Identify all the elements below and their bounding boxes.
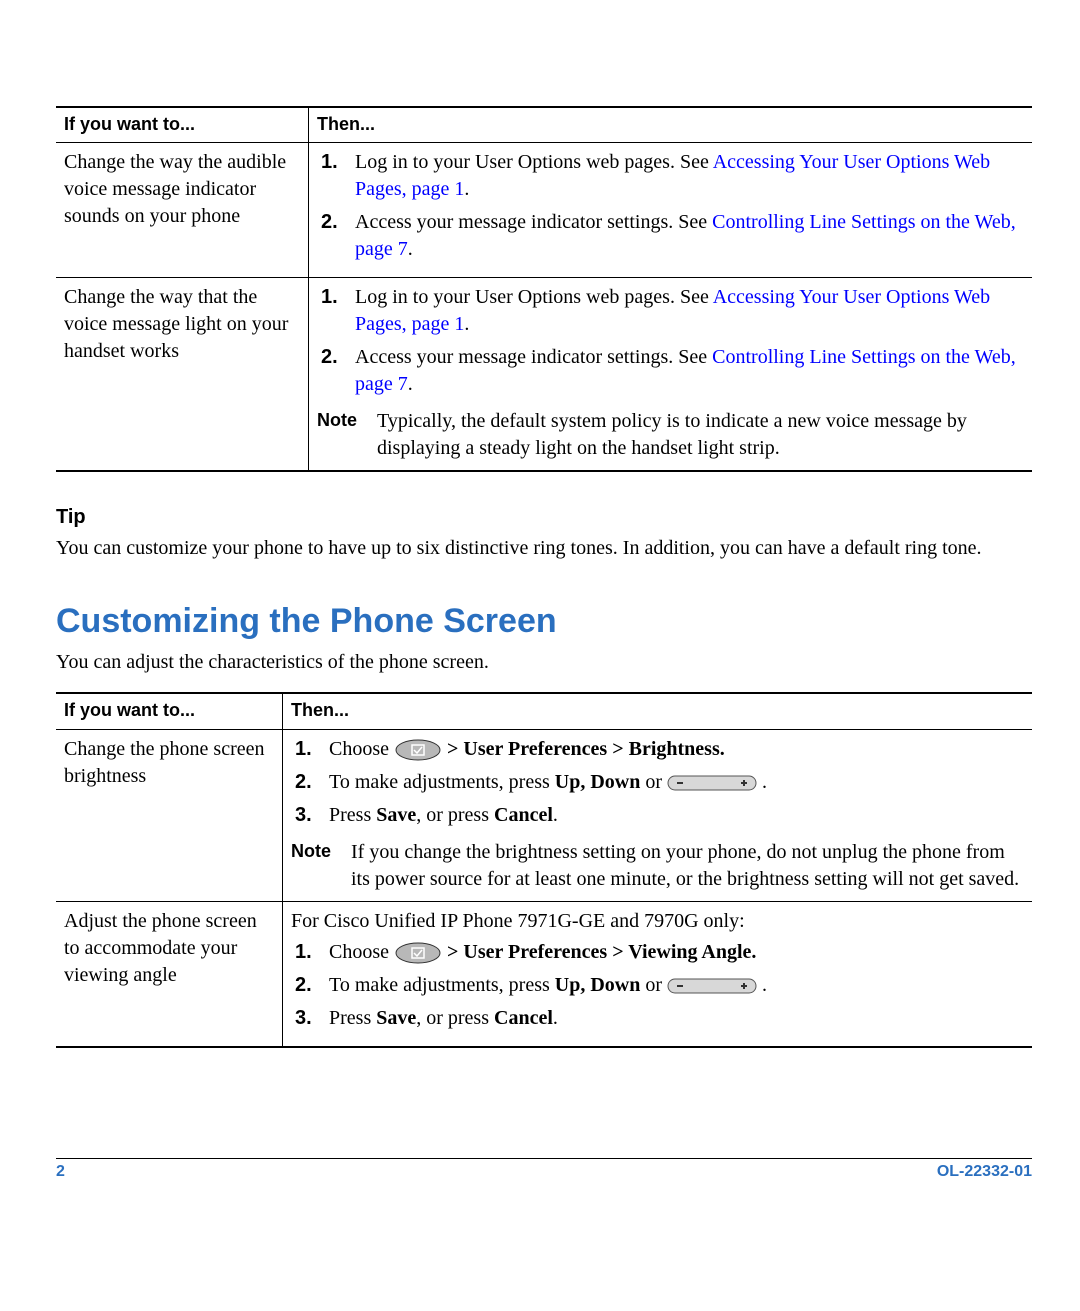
settings-icon xyxy=(394,942,442,964)
table2-row0-want: Change the phone screen brightness xyxy=(56,729,283,901)
table2-row1-step2: To make adjustments, press Up, Down or . xyxy=(319,972,1024,1005)
table2-row1-step3: Press Save, or press Cancel. xyxy=(319,1005,1024,1038)
table2-header-then: Then... xyxy=(283,693,1033,729)
table2-row0-step3: Press Save, or press Cancel. xyxy=(319,802,1024,835)
volume-rocker-icon xyxy=(667,772,757,794)
table1-row1-step2: Access your message indicator settings. … xyxy=(345,344,1024,404)
table2-row1-want: Adjust the phone screen to accommodate y… xyxy=(56,901,283,1047)
table1-row0-want: Change the way the audible voice message… xyxy=(56,143,309,278)
table2-header-want: If you want to... xyxy=(56,693,283,729)
tip-body: You can customize your phone to have up … xyxy=(56,535,1032,562)
table1-row1-note: Note Typically, the default system polic… xyxy=(317,408,1024,462)
table2-row0-then: Choose > User Preferences > Brightness. … xyxy=(283,729,1033,901)
table1-row0-step2: Access your message indicator settings. … xyxy=(345,209,1024,269)
page-number: 2 xyxy=(56,1163,65,1181)
table1-row1-want: Change the way that the voice message li… xyxy=(56,278,309,472)
document-id: OL-22332-01 xyxy=(937,1163,1032,1181)
table2-row0-note: Note If you change the brightness settin… xyxy=(291,839,1024,893)
procedure-table-1: If you want to... Then... Change the way… xyxy=(56,106,1032,472)
table1-row1-then: Log in to your User Options web pages. S… xyxy=(309,278,1033,472)
settings-icon xyxy=(394,739,442,761)
page-footer: 2 OL-22332-01 xyxy=(56,1158,1032,1181)
note-body: Typically, the default system policy is … xyxy=(377,408,1024,462)
table1-header-want: If you want to... xyxy=(56,107,309,143)
table1-row0-step1: Log in to your User Options web pages. S… xyxy=(345,149,1024,209)
table1-row1-step1: Log in to your User Options web pages. S… xyxy=(345,284,1024,344)
section-intro: You can adjust the characteristics of th… xyxy=(56,651,1032,674)
note-body: If you change the brightness setting on … xyxy=(351,839,1024,893)
table1-row0-then: Log in to your User Options web pages. S… xyxy=(309,143,1033,278)
note-label: Note xyxy=(317,408,357,462)
procedure-table-2: If you want to... Then... Change the pho… xyxy=(56,692,1032,1047)
table1-header-then: Then... xyxy=(309,107,1033,143)
table2-row1-intro: For Cisco Unified IP Phone 7971G-GE and … xyxy=(291,908,1024,935)
volume-rocker-icon xyxy=(667,975,757,997)
section-heading: Customizing the Phone Screen xyxy=(56,602,1032,641)
document-page: If you want to... Then... Change the way… xyxy=(0,0,1080,1311)
tip-heading: Tip xyxy=(56,506,1032,529)
table2-row0-step2: To make adjustments, press Up, Down or . xyxy=(319,769,1024,802)
table2-row0-step1: Choose > User Preferences > Brightness. xyxy=(319,736,1024,769)
note-label: Note xyxy=(291,839,331,893)
table2-row1-step1: Choose > User Preferences > Viewing Angl… xyxy=(319,939,1024,972)
table2-row1-then: For Cisco Unified IP Phone 7971G-GE and … xyxy=(283,901,1033,1047)
